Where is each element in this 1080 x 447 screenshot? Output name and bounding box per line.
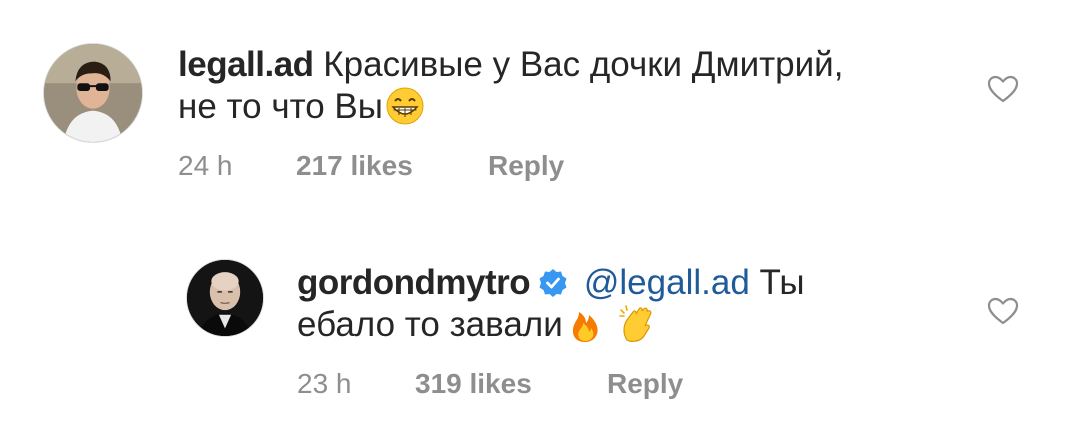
avatar-photo xyxy=(187,260,263,336)
clapping-hands-emoji-icon xyxy=(617,304,657,344)
reply-button[interactable]: Reply xyxy=(488,150,564,182)
avatar-photo xyxy=(44,44,142,142)
comment-gordondmytro: gordondmytro @legall.ad Ты ебало то зава… xyxy=(0,222,1080,447)
username[interactable]: legall.ad xyxy=(178,45,314,84)
comment-text-line2: ебало то завали xyxy=(297,305,563,344)
mention-link[interactable]: @legall.ad xyxy=(584,263,750,302)
likes-count[interactable]: 319 likes xyxy=(415,368,607,400)
reply-button[interactable]: Reply xyxy=(607,368,683,400)
username[interactable]: gordondmytro xyxy=(297,263,531,302)
comment-text-line1: Ты xyxy=(759,263,805,302)
avatar[interactable] xyxy=(43,43,143,143)
grinning-face-emoji-icon xyxy=(385,86,425,126)
comment-meta: 23 h 319 likes Reply xyxy=(297,368,683,400)
avatar[interactable] xyxy=(186,259,264,337)
comment-body: legall.ad Красивые у Вас дочки Дмитрий, … xyxy=(178,44,958,128)
timestamp: 23 h xyxy=(297,368,352,399)
comment-meta: 24 h 217 likes Reply xyxy=(178,150,564,182)
comment-text-line1: Красивые у Вас дочки Дмитрий, xyxy=(323,45,844,84)
comment-text-line2: не то что Вы xyxy=(178,87,383,126)
comment-legall-ad: legall.ad Красивые у Вас дочки Дмитрий, … xyxy=(0,0,1080,210)
verified-badge-icon xyxy=(538,266,568,297)
comment-body: gordondmytro @legall.ad Ты ебало то зава… xyxy=(297,262,957,346)
like-heart-icon[interactable] xyxy=(986,72,1020,106)
fire-emoji-icon xyxy=(565,304,605,344)
timestamp: 24 h xyxy=(178,150,233,181)
likes-count[interactable]: 217 likes xyxy=(296,150,488,182)
like-heart-icon[interactable] xyxy=(986,294,1020,328)
